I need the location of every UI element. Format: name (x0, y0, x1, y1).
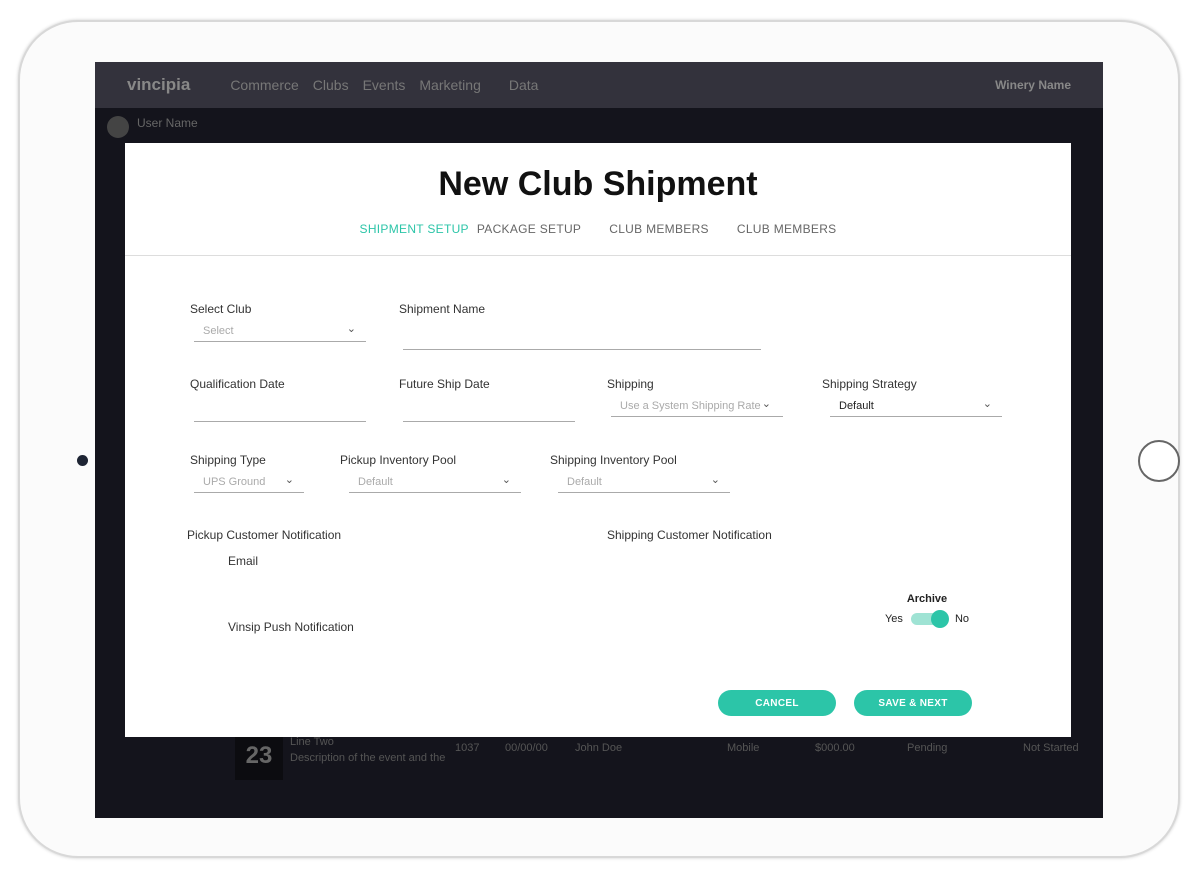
nav-commerce[interactable]: Commerce (230, 77, 298, 93)
email-option[interactable]: Email (228, 554, 258, 568)
tab-shipment-setup[interactable]: SHIPMENT SETUP (360, 222, 469, 236)
pickup-notification-label: Pickup Customer Notification (187, 528, 342, 542)
row-id: 1037 (455, 742, 480, 754)
shipping-strategy-field: Shipping Strategy Default ⌄ (822, 377, 1002, 417)
save-next-button[interactable]: SAVE & NEXT (854, 690, 972, 716)
value: Default (358, 476, 393, 488)
toggle-knob[interactable] (930, 610, 949, 628)
shipment-name-field: Shipment Name (399, 302, 761, 350)
archive-toggle-group: Archive Yes No (877, 593, 977, 628)
archive-label: Archive (906, 593, 948, 605)
label: Select Club (190, 302, 252, 316)
tabs: SHIPMENT SETUP PACKAGE SETUP CLUB MEMBER… (125, 222, 1071, 236)
shipment-name-input[interactable] (403, 332, 761, 350)
row-status: Pending (907, 742, 948, 754)
row-customer: John Doe (575, 742, 623, 754)
winery-name[interactable]: Winery Name (995, 78, 1071, 92)
row-date: 00/00/00 (505, 742, 548, 754)
row-amount: $000.00 (815, 742, 855, 754)
tab-club-members[interactable]: CLUB MEMBERS (609, 222, 709, 236)
label: Shipping (607, 377, 654, 391)
chevron-down-icon: ⌄ (982, 398, 992, 410)
shipping-type-dropdown[interactable]: UPS Ground ⌄ (194, 474, 304, 493)
label: Shipping Strategy (822, 377, 917, 391)
select-club-dropdown[interactable]: Select ⌄ (194, 323, 366, 342)
day-number: 23 (235, 732, 283, 780)
table-row: 23 Line Two Description of the event and… (235, 732, 1095, 792)
nav-data[interactable]: Data (509, 77, 539, 93)
label: Future Ship Date (399, 377, 490, 391)
nav-clubs[interactable]: Clubs (313, 77, 349, 93)
row-type: Mobile (727, 742, 760, 754)
user-name: User Name (137, 116, 198, 130)
divider (125, 255, 1071, 256)
label: Pickup Inventory Pool (340, 453, 457, 467)
shipping-dropdown[interactable]: Use a System Shipping Rate ⌄ (611, 398, 783, 417)
value: Default (839, 400, 874, 412)
row-progress: Not Started (1023, 742, 1079, 754)
chevron-down-icon: ⌄ (501, 474, 511, 486)
pickup-inventory-pool-dropdown[interactable]: Default ⌄ (349, 474, 521, 493)
user-profile: User Name (107, 116, 198, 138)
label: Shipment Name (399, 302, 486, 316)
value: Default (567, 476, 602, 488)
select-club-field: Select Club Select ⌄ (190, 302, 366, 342)
nav-marketing[interactable]: Marketing (419, 77, 480, 93)
row-title: Line Two (290, 736, 334, 748)
shipping-field: Shipping Use a System Shipping Rate ⌄ (607, 377, 783, 417)
placeholder: Select (203, 325, 234, 337)
home-button (1138, 440, 1180, 482)
tab-package-setup[interactable]: PACKAGE SETUP (477, 222, 581, 236)
chevron-down-icon: ⌄ (761, 398, 771, 410)
row-description: Description of the event and the (290, 752, 446, 764)
future-ship-date-field: Future Ship Date (399, 377, 575, 422)
tab-club-members-2[interactable]: CLUB MEMBERS (737, 222, 837, 236)
push-notification-option[interactable]: Vinsip Push Notification (228, 620, 354, 634)
avatar (107, 116, 129, 138)
yes-label: Yes (884, 613, 903, 625)
chevron-down-icon: ⌄ (346, 323, 356, 335)
shipping-type-field: Shipping Type UPS Ground ⌄ (190, 453, 304, 493)
camera (77, 455, 88, 466)
modal-title: New Club Shipment (438, 165, 758, 203)
logo: vincipia (127, 75, 191, 94)
new-club-shipment-modal: New Club Shipment SHIPMENT SETUP PACKAGE… (125, 143, 1071, 737)
label: Qualification Date (190, 377, 285, 391)
no-label: No (954, 613, 969, 625)
future-ship-date-input[interactable] (403, 404, 575, 422)
shipping-strategy-dropdown[interactable]: Default ⌄ (830, 398, 1002, 417)
qualification-date-input[interactable] (194, 404, 366, 422)
chevron-down-icon: ⌄ (284, 474, 294, 486)
shipping-inventory-pool-field: Shipping Inventory Pool Default ⌄ (550, 453, 730, 493)
pickup-inventory-pool-field: Pickup Inventory Pool Default ⌄ (340, 453, 521, 493)
label: Shipping Type (190, 453, 266, 467)
shipping-notification-label: Shipping Customer Notification (607, 528, 772, 542)
value: Use a System Shipping Rate (620, 400, 761, 412)
cancel-button[interactable]: CANCEL (718, 690, 836, 716)
screen: vincipia Commerce Clubs Events Marketing… (95, 62, 1103, 818)
qualification-date-field: Qualification Date (190, 377, 366, 422)
shipping-inventory-pool-dropdown[interactable]: Default ⌄ (558, 474, 730, 493)
value: UPS Ground (203, 476, 266, 488)
archive-toggle[interactable] (910, 610, 949, 628)
label: Shipping Inventory Pool (550, 453, 677, 467)
nav-events[interactable]: Events (363, 77, 406, 93)
chevron-down-icon: ⌄ (710, 474, 720, 486)
top-nav: vincipia Commerce Clubs Events Marketing… (95, 62, 1103, 108)
